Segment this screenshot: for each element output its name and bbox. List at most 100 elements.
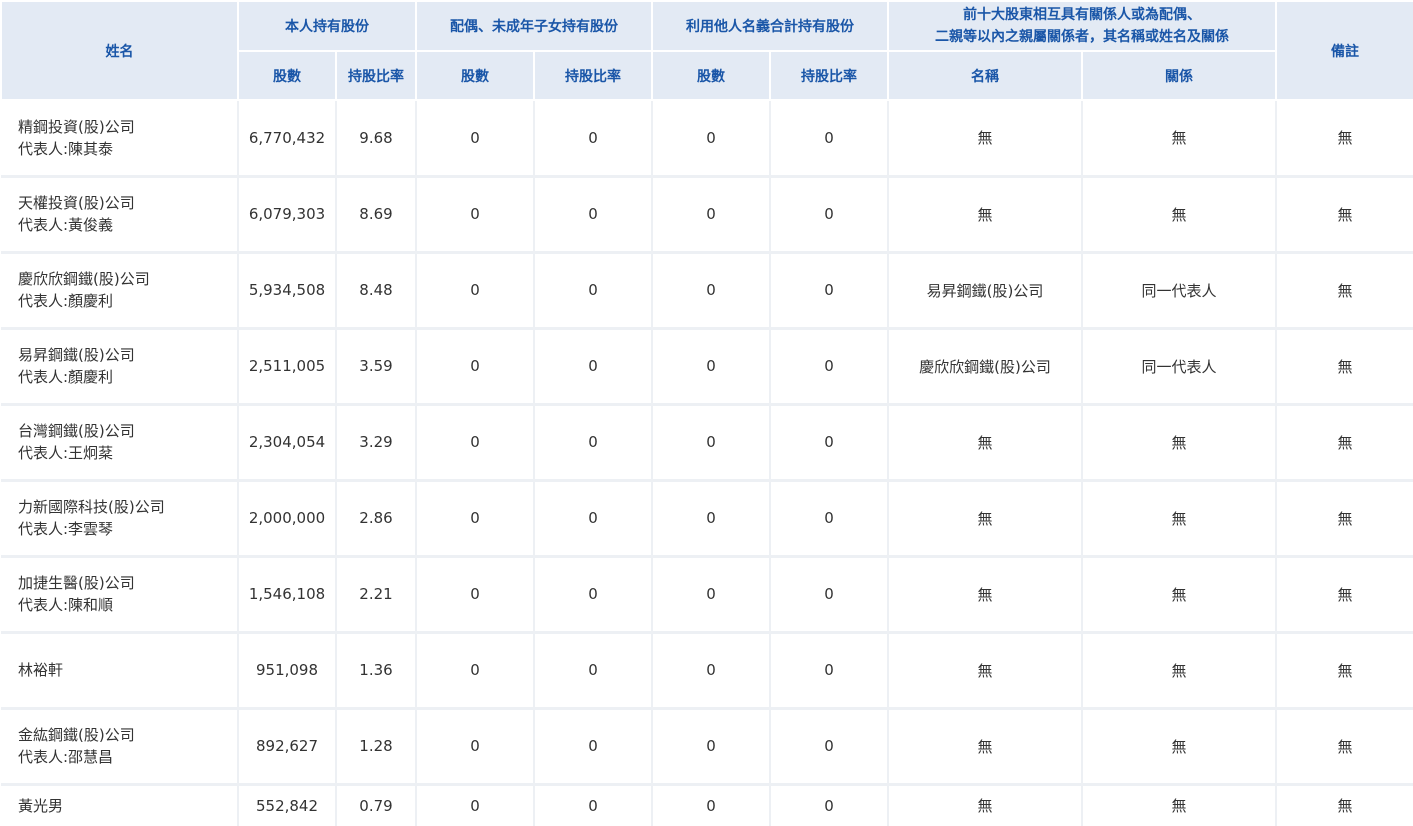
shareholder-representative: 代表人:黃俊義	[18, 216, 114, 234]
spouse-shares-cell: 0	[416, 328, 535, 406]
shareholder-representative: 代表人:陳其泰	[18, 139, 114, 158]
spouse-shares-cell: 0	[416, 480, 535, 558]
nominee-ratio-cell: 0	[770, 632, 889, 710]
relation-cell: 同一代表人	[1082, 328, 1277, 406]
subheader-related-relation: 關係	[1081, 50, 1277, 101]
nominee-shares-cell: 0	[652, 100, 771, 178]
shareholder-name: 天權投資(股)公司	[18, 194, 135, 212]
relation-cell: 無	[1082, 784, 1277, 826]
relation-cell: 無	[1082, 100, 1277, 178]
spouse-shares-cell: 0	[416, 176, 535, 254]
related-name-cell: 無	[888, 100, 1083, 178]
self-ratio-cell: 3.59	[336, 328, 417, 406]
table-row: 易昇鋼鐵(股)公司 代表人:顏慶利 2,511,005 3.59 0 0 0 0…	[1, 328, 1413, 406]
header-related-line2: 二親等以內之親屬關係者，其名稱或姓名及關係	[935, 29, 1229, 45]
spouse-shares-cell: 0	[416, 404, 535, 482]
shareholder-name: 金紘鋼鐵(股)公司	[18, 726, 135, 744]
shareholder-name-cell: 慶欣欣鋼鐵(股)公司 代表人:顏慶利	[1, 252, 239, 330]
shareholder-name: 力新國際科技(股)公司	[18, 498, 165, 516]
table-row: 天權投資(股)公司 代表人:黃俊義 6,079,303 8.69 0 0 0 0…	[1, 176, 1413, 254]
remark-cell: 無	[1276, 632, 1413, 710]
table-row: 加捷生醫(股)公司 代表人:陳和順 1,546,108 2.21 0 0 0 0…	[1, 556, 1413, 634]
related-name-cell: 慶欣欣鋼鐵(股)公司	[888, 328, 1083, 406]
spouse-ratio-cell: 0	[534, 100, 653, 178]
remark-cell: 無	[1276, 100, 1413, 178]
self-shares-cell: 5,934,508	[238, 252, 337, 330]
nominee-shares-cell: 0	[652, 480, 771, 558]
nominee-shares-cell: 0	[652, 632, 771, 710]
shareholder-name-cell: 黃光男	[1, 784, 239, 826]
relation-cell: 無	[1082, 404, 1277, 482]
self-shares-cell: 6,079,303	[238, 176, 337, 254]
nominee-ratio-cell: 0	[770, 252, 889, 330]
remark-cell: 無	[1276, 404, 1413, 482]
shareholder-name-cell: 金紘鋼鐵(股)公司 代表人:邵慧昌	[1, 708, 239, 786]
remark-cell: 無	[1276, 556, 1413, 634]
spouse-shares-cell: 0	[416, 556, 535, 634]
nominee-shares-cell: 0	[652, 708, 771, 786]
spouse-ratio-cell: 0	[534, 556, 653, 634]
spouse-shares-cell: 0	[416, 252, 535, 330]
subheader-self-ratio: 持股比率	[335, 50, 417, 101]
spouse-shares-cell: 0	[416, 708, 535, 786]
related-name-cell: 無	[888, 708, 1083, 786]
relation-cell: 同一代表人	[1082, 252, 1277, 330]
top-shareholders-table: 姓名 本人持有股份 配偶、未成年子女持有股份 利用他人名義合計持有股份 前十大股…	[0, 0, 1413, 826]
spouse-ratio-cell: 0	[534, 708, 653, 786]
table-row: 精鋼投資(股)公司 代表人:陳其泰 6,770,432 9.68 0 0 0 0…	[1, 100, 1413, 178]
relation-cell: 無	[1082, 708, 1277, 786]
spouse-shares-cell: 0	[416, 100, 535, 178]
spouse-shares-cell: 0	[416, 784, 535, 826]
self-shares-cell: 892,627	[238, 708, 337, 786]
table-row: 台灣鋼鐵(股)公司 代表人:王炯棻 2,304,054 3.29 0 0 0 0…	[1, 404, 1413, 482]
related-name-cell: 無	[888, 784, 1083, 826]
nominee-shares-cell: 0	[652, 252, 771, 330]
remark-cell: 無	[1276, 328, 1413, 406]
header-related-parties: 前十大股東相互具有關係人或為配偶、 二親等以內之親屬關係者，其名稱或姓名及關係	[887, 0, 1277, 52]
self-shares-cell: 552,842	[238, 784, 337, 826]
related-name-cell: 無	[888, 176, 1083, 254]
header-self-holding: 本人持有股份	[237, 0, 417, 52]
related-name-cell: 無	[888, 556, 1083, 634]
spouse-ratio-cell: 0	[534, 252, 653, 330]
spouse-ratio-cell: 0	[534, 404, 653, 482]
header-nominee-holding: 利用他人名義合計持有股份	[651, 0, 889, 52]
self-ratio-cell: 1.28	[336, 708, 417, 786]
shareholder-representative: 代表人:邵慧昌	[18, 748, 114, 766]
remark-cell: 無	[1276, 784, 1413, 826]
remark-cell: 無	[1276, 176, 1413, 254]
table-row: 慶欣欣鋼鐵(股)公司 代表人:顏慶利 5,934,508 8.48 0 0 0 …	[1, 252, 1413, 330]
spouse-ratio-cell: 0	[534, 632, 653, 710]
header-related-line1: 前十大股東相互具有關係人或為配偶、	[963, 7, 1201, 23]
self-shares-cell: 2,511,005	[238, 328, 337, 406]
self-ratio-cell: 8.69	[336, 176, 417, 254]
nominee-shares-cell: 0	[652, 556, 771, 634]
shareholder-name: 台灣鋼鐵(股)公司	[18, 422, 135, 440]
self-ratio-cell: 0.79	[336, 784, 417, 826]
spouse-ratio-cell: 0	[534, 480, 653, 558]
table-row: 力新國際科技(股)公司 代表人:李雲琴 2,000,000 2.86 0 0 0…	[1, 480, 1413, 558]
table-row: 林裕軒 951,098 1.36 0 0 0 0 無 無 無	[1, 632, 1413, 710]
nominee-shares-cell: 0	[652, 784, 771, 826]
nominee-ratio-cell: 0	[770, 404, 889, 482]
self-shares-cell: 2,000,000	[238, 480, 337, 558]
self-ratio-cell: 3.29	[336, 404, 417, 482]
related-name-cell: 易昇鋼鐵(股)公司	[888, 252, 1083, 330]
shareholder-representative: 代表人:陳和順	[18, 596, 114, 614]
shareholder-name-cell: 林裕軒	[1, 632, 239, 710]
nominee-ratio-cell: 0	[770, 480, 889, 558]
shareholder-name: 精鋼投資(股)公司	[18, 117, 135, 136]
subheader-spouse-shares: 股數	[415, 50, 535, 101]
related-name-cell: 無	[888, 632, 1083, 710]
self-ratio-cell: 8.48	[336, 252, 417, 330]
shareholder-representative: 代表人:顏慶利	[18, 368, 114, 386]
table-body: 精鋼投資(股)公司 代表人:陳其泰 6,770,432 9.68 0 0 0 0…	[1, 100, 1413, 826]
shareholder-name: 黃光男	[18, 796, 64, 815]
shareholder-name: 慶欣欣鋼鐵(股)公司	[18, 270, 150, 288]
nominee-ratio-cell: 0	[770, 328, 889, 406]
nominee-shares-cell: 0	[652, 328, 771, 406]
self-shares-cell: 2,304,054	[238, 404, 337, 482]
subheader-self-shares: 股數	[237, 50, 337, 101]
nominee-shares-cell: 0	[652, 404, 771, 482]
spouse-ratio-cell: 0	[534, 176, 653, 254]
